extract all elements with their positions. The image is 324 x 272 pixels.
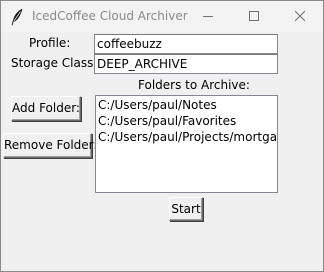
list-item[interactable]: C:/Users/paul/Projects/mortgagec [97,129,277,145]
start-button[interactable]: Start [169,197,203,221]
add-folder-button[interactable]: Add Folder: [11,96,81,121]
list-item[interactable]: C:/Users/paul/Favorites [97,113,276,129]
storage-class-label: Storage Class: [11,56,98,70]
remove-folder-button[interactable]: Remove Folder: [3,133,98,158]
start-button-label: Start [171,202,201,216]
minimize-icon [203,10,213,24]
title-bar[interactable]: IcedCoffee Cloud Archiver [1,1,323,32]
minimize-button[interactable] [185,1,231,32]
app-window: IcedCoffee Cloud Archiver Profile: coffe… [0,0,324,272]
list-item[interactable]: C:/Users/paul/Notes [97,97,276,113]
add-folder-button-label: Add Folder: [12,101,80,115]
profile-label: Profile: [29,36,71,50]
feather-icon [10,8,24,26]
profile-input[interactable]: coffeebuzz [94,34,278,54]
window-title: IcedCoffee Cloud Archiver [32,9,188,23]
maximize-icon [249,10,259,24]
close-icon [294,10,306,24]
remove-folder-button-label: Remove Folder: [4,138,98,152]
folders-label: Folders to Archive: [138,78,250,92]
maximize-button[interactable] [231,1,277,32]
storage-class-input[interactable]: DEEP_ARCHIVE [94,54,278,74]
folders-listbox[interactable]: C:/Users/paul/Notes C:/Users/paul/Favori… [95,95,278,193]
main-panel: Profile: coffeebuzz Storage Class: DEEP_… [1,32,323,271]
close-button[interactable] [277,1,323,32]
